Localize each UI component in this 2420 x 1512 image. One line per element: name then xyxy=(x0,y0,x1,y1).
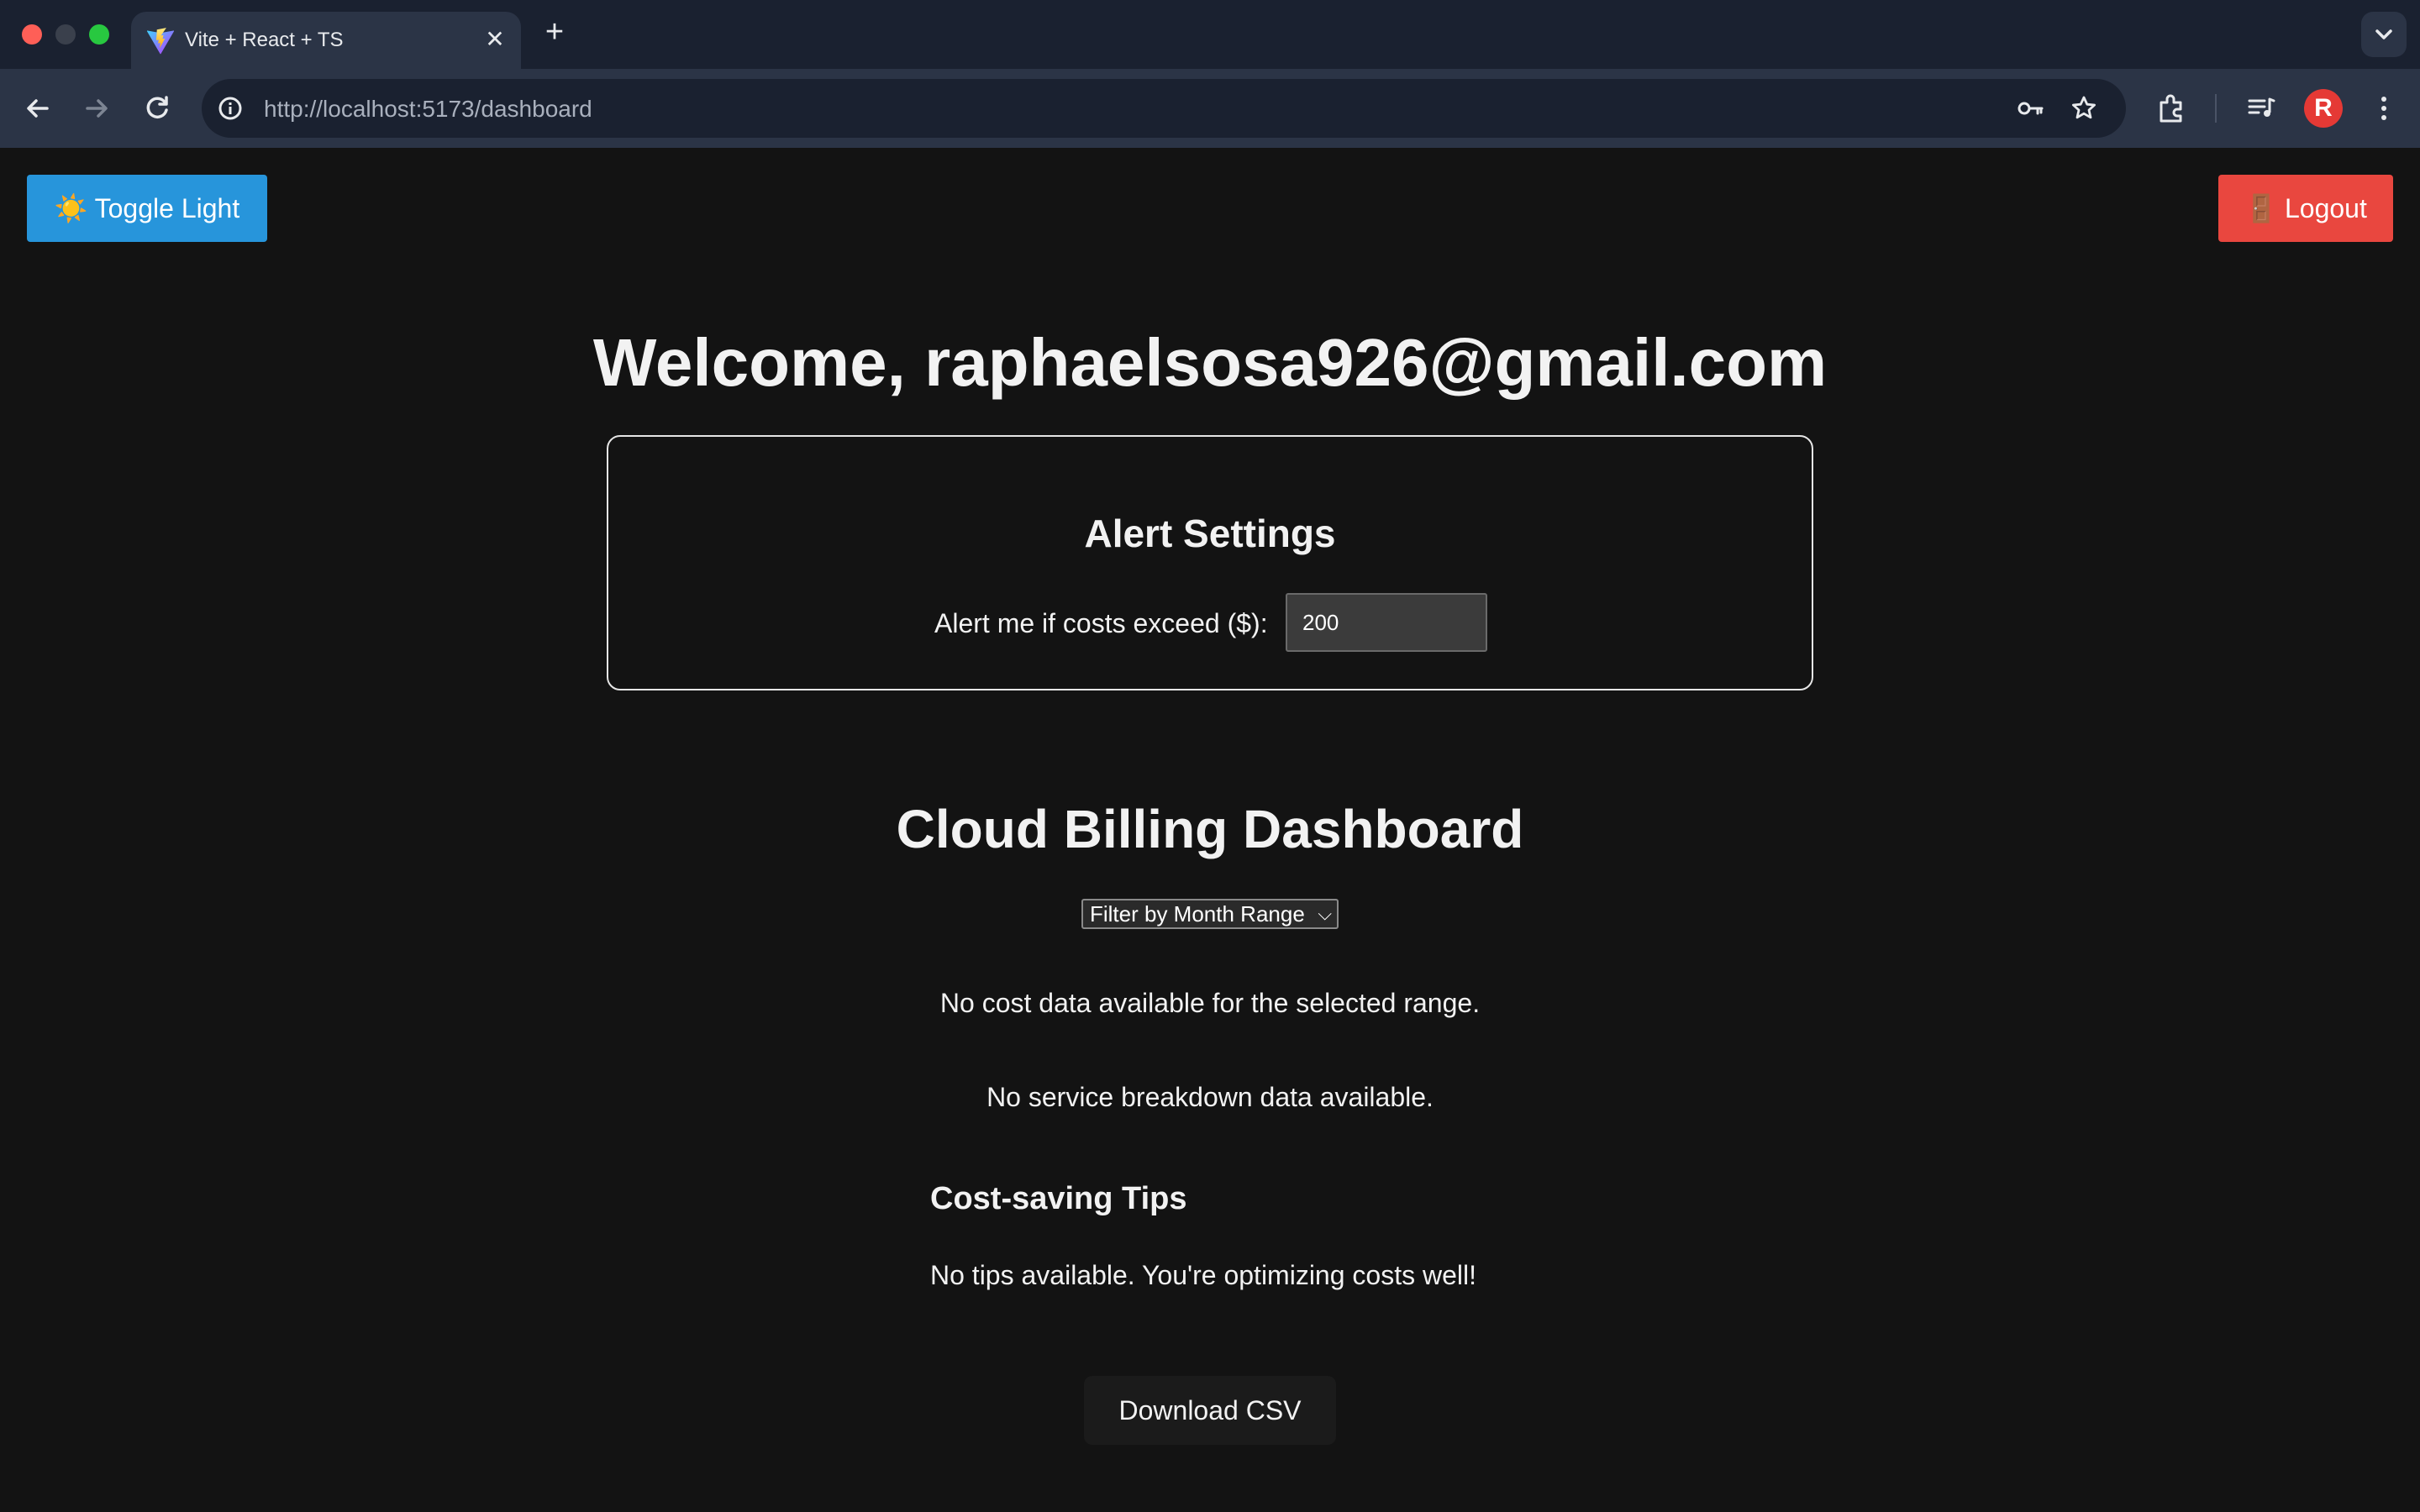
new-tab-button[interactable]: + xyxy=(538,15,571,49)
no-cost-data-message: No cost data available for the selected … xyxy=(939,988,1481,1018)
toolbar-separator xyxy=(2215,94,2217,123)
url-text: http://localhost:5173/dashboard xyxy=(264,96,592,123)
tips-heading: Cost-saving Tips xyxy=(930,1181,1187,1216)
browser-tab[interactable]: Vite + React + TS ✕ xyxy=(131,12,521,69)
tips-message: No tips available. You're optimizing cos… xyxy=(930,1260,1476,1290)
site-info-icon[interactable] xyxy=(215,93,245,123)
chevron-down-icon: ⌵ xyxy=(1318,903,1332,924)
page-content: ☀️ Toggle Light 🚪 Logout Welcome, raphae… xyxy=(0,148,2420,1512)
extensions-puzzle-icon[interactable] xyxy=(2153,89,2191,128)
toggle-theme-button[interactable]: ☀️ Toggle Light xyxy=(27,175,267,242)
toggle-theme-label: Toggle Light xyxy=(94,192,240,223)
download-csv-button[interactable]: Download CSV xyxy=(1084,1376,1336,1445)
logout-button[interactable]: 🚪 Logout xyxy=(2218,175,2393,242)
chevron-down-icon xyxy=(2375,29,2392,39)
month-range-select[interactable]: Filter by Month Range ⌵ xyxy=(1081,899,1339,929)
browser-titlebar: Vite + React + TS ✕ + xyxy=(0,0,2420,69)
url-host: http://localhost xyxy=(264,96,416,122)
maximize-window-button[interactable] xyxy=(89,24,109,45)
minimize-window-button[interactable] xyxy=(55,24,76,45)
tab-close-icon[interactable]: ✕ xyxy=(481,25,509,54)
welcome-heading: Welcome, raphaelsosa926@gmail.com xyxy=(592,325,1828,400)
no-service-data-message: No service breakdown data available. xyxy=(986,1082,1434,1112)
profile-avatar[interactable]: R xyxy=(2304,89,2343,128)
reload-icon[interactable] xyxy=(138,89,176,128)
browser-toolbar: http://localhost:5173/dashboard R xyxy=(0,69,2420,148)
sun-icon: ☀️ xyxy=(54,193,88,223)
address-bar[interactable]: http://localhost:5173/dashboard xyxy=(202,79,2126,138)
month-range-selected: Filter by Month Range xyxy=(1090,901,1305,927)
close-window-button[interactable] xyxy=(22,24,42,45)
alert-settings-panel: Alert Settings Alert me if costs exceed … xyxy=(607,435,1813,690)
more-menu-icon[interactable] xyxy=(2365,89,2403,128)
door-icon: 🚪 xyxy=(2244,193,2278,223)
alert-threshold-input[interactable] xyxy=(1286,593,1487,652)
forward-arrow-icon[interactable] xyxy=(77,89,116,128)
tab-title: Vite + React + TS xyxy=(185,29,344,51)
alert-threshold-label: Alert me if costs exceed ($): xyxy=(934,608,1268,638)
tab-search-button[interactable] xyxy=(2361,12,2407,57)
bookmark-star-icon[interactable] xyxy=(2069,93,2099,123)
password-key-icon[interactable] xyxy=(2015,93,2045,123)
media-queue-icon[interactable] xyxy=(2242,89,2281,128)
vite-logo-icon xyxy=(146,28,175,55)
logout-label: Logout xyxy=(2284,192,2367,223)
url-path: :5173/dashboard xyxy=(415,96,592,122)
back-arrow-icon[interactable] xyxy=(18,89,57,128)
alert-settings-title: Alert Settings xyxy=(1084,512,1336,555)
dashboard-title: Cloud Billing Dashboard xyxy=(896,799,1524,859)
